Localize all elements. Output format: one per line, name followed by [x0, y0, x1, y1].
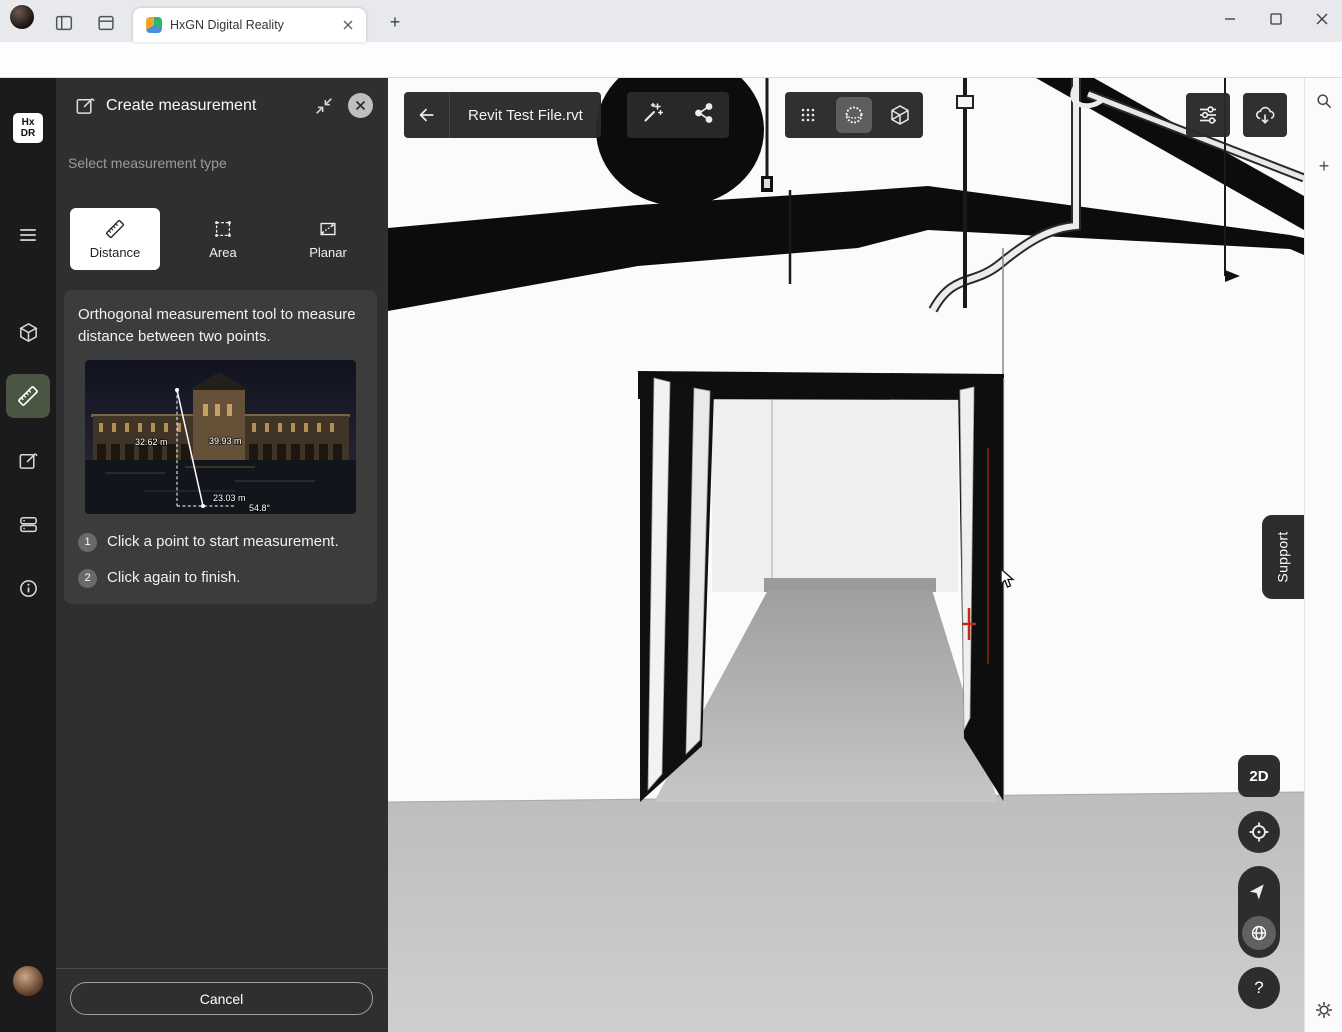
panel-divider	[56, 968, 388, 969]
navigate-arrow-button[interactable]	[1238, 870, 1280, 910]
sidebar-item-measure-ruler-icon[interactable]	[6, 374, 50, 418]
globe-mode-button[interactable]	[1242, 916, 1276, 950]
3d-scene[interactable]	[388, 78, 1304, 1032]
viewer-back-icon[interactable]	[404, 92, 450, 138]
step-2-number: 2	[78, 569, 97, 588]
edge-sidebar-rail: +	[1304, 78, 1342, 1032]
browser-tabstrip: HxGN Digital Reality +	[0, 0, 1342, 42]
browser-toolbar: https://realitycloudstudio.hxdr.app/asse…	[0, 42, 1342, 78]
viewer-3d: Revit Test File.rvt	[388, 78, 1304, 1032]
view-mode-sphere-selected[interactable]	[831, 92, 877, 138]
planar-icon	[317, 218, 339, 240]
file-name: Revit Test File.rvt	[450, 107, 601, 124]
measure-label-slant: 39.93 m	[209, 436, 242, 446]
menu-hamburger-icon[interactable]	[6, 213, 50, 257]
sidebar-item-layers-icon[interactable]	[6, 502, 50, 546]
app-content: Hx DR	[0, 78, 1342, 1032]
panel-title: Create measurement	[106, 97, 256, 115]
sidebar-item-markup-pencil-icon[interactable]	[6, 438, 50, 482]
distance-ruler-icon	[104, 218, 126, 240]
create-measurement-panel: Create measurement Select measurement ty…	[56, 78, 388, 1032]
browser-window: HxGN Digital Reality + https://realityc	[0, 0, 1342, 1032]
help-button[interactable]: ?	[1238, 967, 1280, 1009]
measure-type-area-button[interactable]: Area	[190, 208, 256, 270]
cloud-download-icon[interactable]	[1243, 93, 1287, 137]
mouse-cursor	[1000, 568, 1016, 595]
hxdr-logo[interactable]: Hx DR	[13, 113, 43, 143]
step-1-text: Click a point to start measurement.	[107, 530, 339, 554]
step-2: 2 Click again to finish.	[78, 566, 363, 590]
view-mode-pointcloud-icon[interactable]	[785, 92, 831, 138]
share-icon[interactable]	[692, 101, 716, 130]
measure-type-distance-button[interactable]: Distance	[70, 208, 160, 270]
panel-subtitle: Select measurement type	[68, 155, 227, 171]
collapse-panel-icon[interactable]	[312, 94, 336, 118]
instruction-steps: 1 Click a point to start measurement. 2 …	[78, 530, 363, 590]
tab-title: HxGN Digital Reality	[170, 18, 330, 32]
file-title-bar: Revit Test File.rvt	[404, 92, 601, 138]
support-tab[interactable]: Support	[1262, 515, 1304, 599]
locate-crosshair-button[interactable]	[1238, 811, 1280, 853]
navigation-group	[1238, 866, 1280, 958]
app-sidebar-rail: Hx DR	[0, 78, 56, 1032]
close-panel-icon[interactable]	[348, 93, 373, 118]
measure-label-horizontal: 23.03 m	[213, 493, 246, 503]
support-label: Support	[1275, 531, 1291, 582]
magic-wand-icon[interactable]	[641, 101, 665, 130]
tool-description-box: Orthogonal measurement tool to measure d…	[64, 290, 377, 604]
sidebar-item-assets-cube-icon[interactable]	[6, 310, 50, 354]
tab-close-icon[interactable]	[339, 16, 357, 34]
new-tab-button[interactable]: +	[382, 10, 408, 34]
step-2-text: Click again to finish.	[107, 566, 240, 590]
workspaces-icon[interactable]	[94, 11, 118, 35]
sidebar-add-icon[interactable]: +	[1312, 154, 1336, 178]
window-close-button[interactable]	[1306, 4, 1338, 34]
measurement-example-image: 32.62 m 39.93 m 23.03 m 54.8°	[85, 360, 356, 514]
toggle-2d-button[interactable]: 2D	[1238, 755, 1280, 797]
measurement-pencil-icon	[74, 94, 97, 122]
sidebar-settings-gear-icon[interactable]	[1312, 998, 1336, 1022]
sidebar-item-info-icon[interactable]	[6, 566, 50, 610]
tool-description: Orthogonal measurement tool to measure d…	[78, 304, 363, 348]
view-mode-bar	[785, 92, 923, 138]
selected-view-highlight	[836, 97, 872, 133]
area-icon	[212, 218, 234, 240]
view-settings-sliders-icon[interactable]	[1186, 93, 1230, 137]
sidebar-search-icon[interactable]	[1312, 89, 1336, 113]
measure-label-angle: 54.8°	[249, 503, 271, 513]
window-maximize-button[interactable]	[1260, 4, 1292, 34]
measure-type-planar-button[interactable]: Planar	[292, 208, 364, 270]
viewer-tools-bar	[627, 92, 729, 138]
step-1: 1 Click a point to start measurement.	[78, 530, 363, 554]
tab-actions-icon[interactable]	[52, 11, 76, 35]
measure-label-vertical: 32.62 m	[135, 437, 168, 447]
view-mode-mesh-icon[interactable]	[877, 92, 923, 138]
cancel-button[interactable]: Cancel	[70, 982, 373, 1015]
window-minimize-button[interactable]	[1214, 4, 1246, 34]
step-1-number: 1	[78, 533, 97, 552]
user-avatar[interactable]	[13, 966, 43, 996]
browser-profile-avatar[interactable]	[10, 5, 34, 29]
tab-favicon-icon	[146, 17, 162, 33]
browser-tab[interactable]: HxGN Digital Reality	[133, 8, 366, 42]
